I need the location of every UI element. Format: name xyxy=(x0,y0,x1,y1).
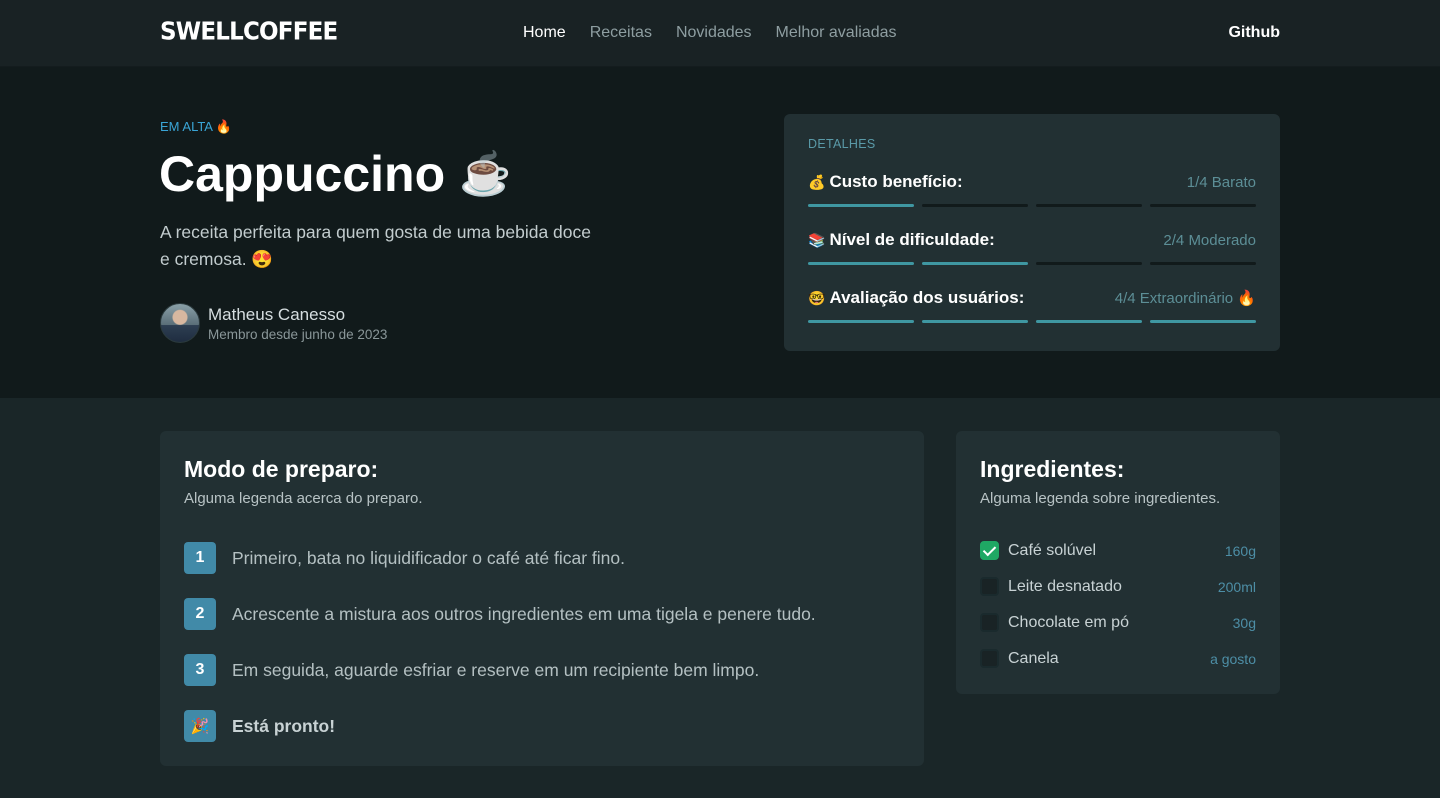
ingredient-quantity: 160g xyxy=(1224,542,1256,559)
step-number-badge: 2 xyxy=(184,598,216,630)
ingredient-name: Café solúvel xyxy=(1008,541,1097,559)
detail-name: Avaliação dos usuários: xyxy=(829,288,1025,307)
ingredient-quantity: 200ml xyxy=(1217,578,1256,595)
author-card[interactable]: Matheus Canesso Membro desde junho de 20… xyxy=(160,303,387,343)
rating-bar-empty xyxy=(922,204,1028,207)
rating-bar-filled xyxy=(808,262,914,265)
rating-bar-empty xyxy=(1150,262,1256,265)
list-item: 🎉 Está pronto! xyxy=(184,710,335,742)
github-link[interactable]: Github xyxy=(1228,24,1280,42)
author-name: Matheus Canesso xyxy=(208,304,346,324)
step-text: Em seguida, aguarde esfriar e reserve em… xyxy=(232,659,760,680)
rating-bars xyxy=(808,262,1256,265)
ingredient-name: Leite desnatado xyxy=(1008,577,1122,595)
list-item: 1 Primeiro, bata no liquidificador o caf… xyxy=(184,542,625,574)
nerd-face-icon: 🤓 xyxy=(808,290,826,306)
detail-row-cost: 💰 Custo benefício: 1/4 Barato xyxy=(808,172,1256,207)
rating-bars xyxy=(808,204,1256,207)
main-nav: Home Receitas Novidades Melhor avaliadas xyxy=(523,24,897,42)
detail-value: 2/4 Moderado xyxy=(1163,231,1256,249)
rating-bar-empty xyxy=(1036,204,1142,207)
ingredient-checkbox[interactable] xyxy=(980,613,999,632)
logo[interactable]: SWELLCOFFEE xyxy=(160,18,338,46)
step-number-badge: 3 xyxy=(184,654,216,686)
list-item: Chocolate em pó 30g xyxy=(980,613,1256,632)
ingredient-name: Chocolate em pó xyxy=(1008,613,1129,631)
rating-bar-empty xyxy=(1036,262,1142,265)
ingredient-name: Canela xyxy=(1008,649,1059,667)
list-item: 2 Acrescente a mistura aos outros ingred… xyxy=(184,598,816,630)
rating-bar-filled xyxy=(1036,320,1142,323)
step-text: Está pronto! xyxy=(232,715,336,736)
detail-row-rating: 🤓 Avaliação dos usuários: 4/4 Extraordiná… xyxy=(808,288,1256,323)
list-item: Leite desnatado 200ml xyxy=(980,577,1256,596)
author-member-since: Membro desde junho de 2023 xyxy=(208,326,388,342)
rating-bar-empty xyxy=(1150,204,1256,207)
ingredients-subtitle: Alguma legenda sobre ingredientes. xyxy=(980,490,1221,507)
nav-receitas[interactable]: Receitas xyxy=(590,24,652,42)
preparation-subtitle: Alguma legenda acerca do preparo. xyxy=(184,490,423,507)
list-item: 3 Em seguida, aguarde esfriar e reserve … xyxy=(184,654,759,686)
detail-value: 1/4 Barato xyxy=(1186,173,1256,191)
details-card: DETALHES 💰 Custo benefício: 1/4 Barato 📚 N… xyxy=(784,114,1280,351)
rating-bar-filled xyxy=(808,320,914,323)
top-navbar: SWELLCOFFEE Home Receitas Novidades Melh… xyxy=(0,0,1440,67)
detail-name: Custo benefício: xyxy=(829,172,963,191)
ingredients-card: Ingredientes: Alguma legenda sobre ingre… xyxy=(956,431,1280,694)
detail-row-difficulty: 📚 Nível de dificuldade: 2/4 Moderado xyxy=(808,230,1256,265)
list-item: Café solúvel 160g xyxy=(980,541,1256,560)
step-text: Primeiro, bata no liquidificador o café … xyxy=(232,547,625,568)
books-icon: 📚 xyxy=(808,232,826,248)
rating-bar-filled xyxy=(922,262,1028,265)
page-title: Cappuccino ☕ xyxy=(159,145,511,203)
trending-label: EM ALTA 🔥 xyxy=(160,119,233,134)
rating-bar-filled xyxy=(1150,320,1256,323)
hero-section: EM ALTA 🔥 Cappuccino ☕ A receita perfeit… xyxy=(0,67,1440,398)
detail-name: Nível de dificuldade: xyxy=(829,230,995,249)
ingredient-checkbox[interactable] xyxy=(980,649,999,668)
preparation-title: Modo de preparo: xyxy=(184,456,379,482)
ingredients-title: Ingredientes: xyxy=(980,456,1125,482)
nav-home[interactable]: Home xyxy=(523,24,566,42)
rating-bar-filled xyxy=(922,320,1028,323)
preparation-card: Modo de preparo: Alguma legenda acerca d… xyxy=(160,431,924,766)
money-bag-icon: 💰 xyxy=(808,174,826,190)
ingredient-checkbox[interactable] xyxy=(980,577,999,596)
detail-value: 4/4 Extraordinário 🔥 xyxy=(1114,290,1256,307)
avatar[interactable] xyxy=(160,303,200,343)
ingredient-checkbox[interactable] xyxy=(980,541,999,560)
step-text: Acrescente a mistura aos outros ingredie… xyxy=(232,603,816,624)
list-item: Canela a gosto xyxy=(980,649,1256,668)
recipe-description: A receita perfeita para quem gosta de um… xyxy=(160,222,591,269)
ingredient-quantity: a gosto xyxy=(1210,650,1256,667)
nav-novidades[interactable]: Novidades xyxy=(676,24,752,42)
ingredient-quantity: 30g xyxy=(1232,614,1256,631)
rating-bar-filled xyxy=(808,204,914,207)
party-popper-icon: 🎉 xyxy=(184,710,216,742)
rating-bars xyxy=(808,320,1256,323)
nav-melhor-avaliadas[interactable]: Melhor avaliadas xyxy=(776,24,897,42)
details-label: DETALHES xyxy=(808,137,876,151)
step-number-badge: 1 xyxy=(184,542,216,574)
recipe-title: Cappuccino xyxy=(159,146,446,202)
coffee-cup-icon: ☕ xyxy=(459,149,512,197)
